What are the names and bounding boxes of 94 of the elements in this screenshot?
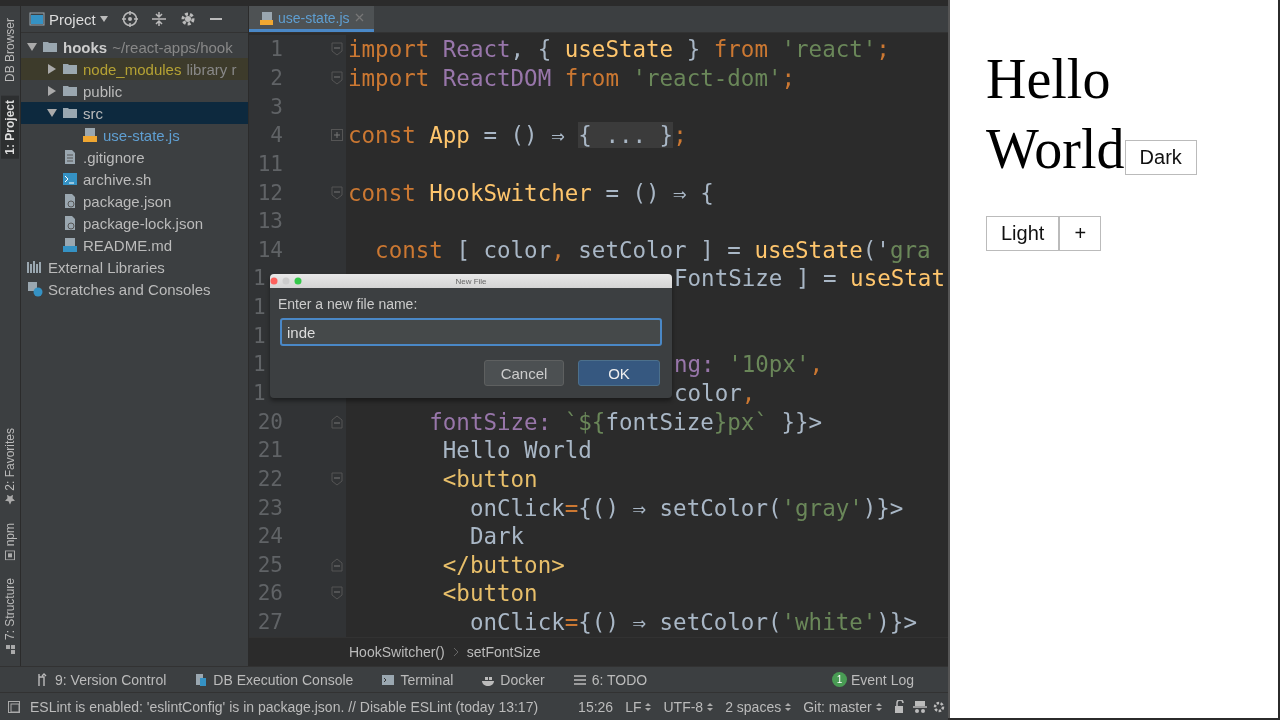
tree-item[interactable]: .gitignore [21,146,248,168]
inspector-icon[interactable] [911,699,928,714]
settings-icon[interactable] [179,11,196,27]
tree-item[interactable]: use-state.js [21,124,248,146]
status-item[interactable]: Git: master [803,698,882,715]
dialog-title: New File [455,276,487,286]
folder-icon [62,105,78,121]
ok-button[interactable]: OK [578,360,660,386]
code-line: FontSize ] = useStat [674,265,945,292]
updown-icon [707,701,714,712]
status-item[interactable]: UTF-8 [663,698,714,715]
count-badge: 1 [831,672,847,687]
expanded-arrow-icon[interactable] [27,42,37,52]
updown-icon [875,701,882,712]
code-line: ng: '10px', [674,351,823,378]
caret-icon [99,16,108,22]
code-line: Hello World [442,437,592,464]
library-icon [27,259,43,275]
preview-button[interactable]: Dark [1124,140,1197,175]
tool-window-button[interactable]: 9: Version Control [36,671,167,688]
tree-item[interactable]: public [21,80,248,102]
tree-item[interactable]: node_modules library r [21,58,248,80]
preview-button[interactable]: + [1059,216,1102,251]
side-tab[interactable]: DB Browser [1,14,19,86]
status-item[interactable]: LF [625,698,652,715]
collapsed-arrow-icon[interactable] [47,64,57,74]
json-file-icon [62,215,78,231]
code-line: <button [442,580,538,607]
list-icon [572,672,587,687]
code-line: color, [674,380,756,406]
caret-position[interactable]: 15:26 [578,698,614,715]
collapsed-arrow-icon[interactable] [47,86,57,96]
collapse-icon[interactable] [151,11,166,27]
settings-icon[interactable] [931,699,946,714]
updown-icon [785,701,792,712]
tree-item[interactable]: package.json [21,190,248,212]
tree-item[interactable]: archive.sh [21,168,248,190]
tree-item[interactable]: Scratches and Consoles [21,278,248,300]
folder-icon [62,61,78,77]
window-icon [29,12,45,26]
preview-button[interactable]: Light [986,216,1060,251]
breadcrumb[interactable]: HookSwitcher() [349,644,445,660]
chevron-icon [452,647,459,657]
field-label: Enter a new file name: [278,296,419,312]
folder-icon [62,83,78,99]
terminal-icon [381,672,396,687]
json-file-icon [62,193,78,209]
project-view-dropdown[interactable]: Project [29,10,108,28]
code-line: Dark [469,523,525,550]
cancel-button[interactable]: Cancel [484,360,564,386]
side-tab[interactable]: 7: Structure [1,573,19,658]
status-item[interactable]: 2 spaces [725,698,792,715]
side-tab[interactable]: 1: Project [1,96,19,159]
code-line: onClick={() ⇒ setColor('white')}> [469,609,917,636]
tree-item[interactable]: README.md [21,234,248,256]
console-icon [194,672,209,687]
updown-icon [645,701,652,712]
side-tab[interactable]: npm [1,518,19,564]
star-icon [5,494,15,505]
js-file-icon [259,10,273,25]
folder-icon [42,39,58,55]
code-line: <button [442,465,538,492]
code-line: const HookSwitcher = () ⇒ { [348,179,714,206]
heading: Hello World [986,48,1125,180]
file-name-field[interactable]: inde [280,318,662,346]
code-line: const [ color, setColor ] = useState('gra [375,236,931,263]
tool-window-button[interactable]: DB Execution Console [194,671,354,688]
tool-window-button[interactable]: 6: TODO [572,671,648,688]
tree-item[interactable]: src [21,102,248,124]
breadcrumb[interactable]: setFontSize [466,644,541,660]
event-log-button[interactable]: 1 Event Log [831,671,914,688]
tree-item[interactable]: package-lock.json [21,212,248,234]
code-line: onClick={() ⇒ setColor('gray')}> [469,494,904,521]
expanded-arrow-icon[interactable] [47,108,57,118]
text-file-icon [62,149,78,165]
status-message: ESLint is enabled: 'eslintConfig' is in package.json. // Disable ESLint (today 13:17) [30,698,539,715]
code-line: </button> [442,551,565,578]
tool-window-button[interactable]: Docker [481,671,545,688]
structure-icon [5,644,15,654]
terminal-icon [62,171,78,187]
code-line: import ReactDOM from 'react-dom'; [348,64,796,91]
code-line: const App = () ⇒ { ... }; [348,122,687,149]
markdown-file-icon [62,237,78,253]
side-tab[interactable]: 2: Favorites [1,423,19,509]
tree-item[interactable]: hooks ~/react-apps/hook [21,36,248,58]
code-line: import React, { useState } from 'react'; [348,36,890,63]
npm-icon [5,549,15,560]
scratch-icon [27,281,43,297]
js-file-icon [82,127,98,143]
tree-item[interactable]: External Libraries [21,256,248,278]
code-line: fontSize: `${fontSize}px` }}> [429,408,823,435]
layout-icon[interactable] [8,700,20,713]
locate-icon[interactable] [121,11,138,27]
tool-window-button[interactable]: Terminal [381,671,454,688]
